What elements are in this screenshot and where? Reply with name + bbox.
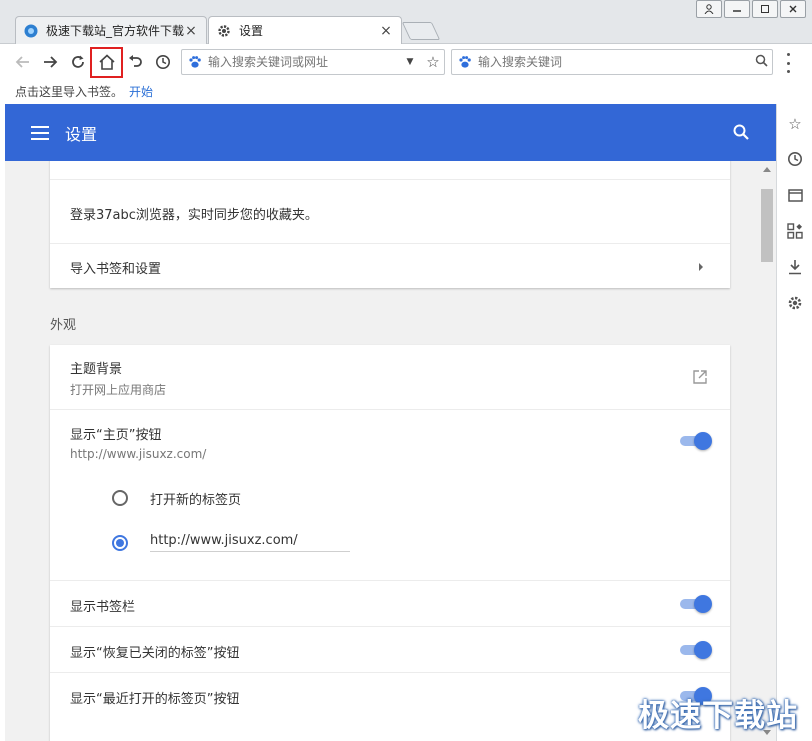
home-button-toggle[interactable] (680, 432, 712, 450)
restore-closed-toggle[interactable] (680, 641, 712, 659)
download-icon[interactable] (783, 255, 807, 279)
radio-new-tab[interactable] (112, 490, 128, 506)
baidu-paw-icon (189, 56, 201, 68)
tab-close-icon[interactable]: × (379, 23, 393, 39)
favorites-star-icon[interactable]: ☆ (783, 112, 807, 136)
home-button-highlight (90, 47, 123, 78)
appearance-card: 主题背景 打开网上应用商店 显示“主页”按钮 http://www.jisuxz… (50, 345, 730, 741)
search-icon[interactable] (732, 123, 750, 141)
right-sidebar: ☆ (776, 104, 812, 741)
window-controls (696, 0, 806, 18)
user-icon[interactable] (696, 0, 722, 18)
chevron-right-icon (699, 263, 703, 271)
watermark-text: 极速下载站 (638, 698, 798, 734)
settings-header: 设置 (5, 104, 776, 161)
hamburger-menu-icon[interactable] (31, 125, 49, 140)
tab-jisuxz[interactable]: 极速下载站_官方软件下载 × (15, 16, 207, 44)
card-row-cut (50, 161, 730, 179)
bookmark-import-start-link[interactable]: 开始 (129, 85, 153, 99)
sync-row[interactable]: 登录37abc浏览器，实时同步您的收藏夹。 (50, 179, 730, 243)
apps-grid-icon[interactable] (783, 219, 807, 243)
recent-tabs-title: 显示“最近打开的标签页”按钮 (70, 692, 240, 707)
bookmarks-bar-row[interactable]: 显示书签栏 (50, 580, 730, 626)
toolbar: ▼ ☆ (0, 44, 812, 80)
bookmark-bar: 点击这里导入书签。 开始 (0, 80, 812, 104)
history-clock-icon[interactable] (783, 147, 807, 171)
bookmarks-bar-title: 显示书签栏 (70, 600, 136, 615)
tab-title: 极速下载站_官方软件下载 (46, 24, 184, 38)
theme-subtitle: 打开网上应用商店 (70, 383, 167, 397)
theme-row[interactable]: 主题背景 打开网上应用商店 (50, 345, 730, 409)
address-bar[interactable]: ▼ ☆ (181, 49, 445, 75)
tab-close-icon[interactable]: × (184, 23, 198, 39)
address-input[interactable] (208, 55, 402, 69)
maximize-icon[interactable] (752, 0, 778, 18)
reload-icon[interactable] (67, 51, 89, 73)
search-icon[interactable] (750, 54, 772, 71)
site-favicon-icon (24, 24, 38, 37)
window-panel-icon[interactable] (783, 183, 807, 207)
appearance-section-title: 外观 (50, 318, 77, 333)
baidu-paw-icon (459, 56, 471, 68)
bookmarks-bar-toggle[interactable] (680, 595, 712, 613)
address-dropdown-icon[interactable]: ▼ (402, 57, 418, 67)
vertical-scrollbar[interactable] (758, 161, 776, 741)
tab-settings[interactable]: 设置 × (208, 16, 402, 44)
bookmark-import-hint: 点击这里导入书签。 (15, 85, 124, 99)
page-title: 设置 (65, 124, 98, 144)
tab-title: 设置 (239, 24, 264, 38)
account-card: 登录37abc浏览器，实时同步您的收藏夹。 导入书签和设置 (50, 161, 730, 288)
new-tab-button[interactable] (401, 22, 441, 40)
forward-arrow-icon[interactable] (39, 51, 61, 73)
radio-new-tab-label: 打开新的标签页 (150, 493, 242, 508)
search-box[interactable] (451, 49, 773, 75)
home-button-url: http://www.jisuxz.com/ (70, 447, 207, 461)
settings-content: 登录37abc浏览器，实时同步您的收藏夹。 导入书签和设置 外观 主题背景 打开… (5, 161, 758, 741)
tab-strip: 极速下载站_官方软件下载 × 设置 × (0, 0, 812, 44)
home-button-row[interactable]: 显示“主页”按钮 http://www.jisuxz.com/ 打开新的标签页 … (50, 409, 730, 580)
close-window-icon[interactable] (780, 0, 806, 18)
back-arrow-icon[interactable] (12, 51, 34, 73)
scroll-up-arrow-icon[interactable] (763, 167, 771, 172)
minimize-icon[interactable] (724, 0, 750, 18)
recent-tabs-row[interactable]: 显示“最近打开的标签页”按钮 (50, 672, 730, 718)
search-input[interactable] (478, 55, 750, 69)
restore-closed-title: 显示“恢复已关闭的标签”按钮 (70, 646, 240, 661)
radio-custom-url[interactable] (112, 535, 128, 551)
more-menu-icon[interactable] (781, 53, 795, 73)
restore-closed-row[interactable]: 显示“恢复已关闭的标签”按钮 (50, 626, 730, 672)
bookmark-star-icon[interactable]: ☆ (422, 53, 444, 71)
gear-icon[interactable] (783, 291, 807, 315)
external-link-icon[interactable] (692, 369, 708, 385)
gear-icon (218, 24, 230, 37)
custom-url-input[interactable]: http://www.jisuxz.com/ (150, 533, 350, 552)
home-button-title: 显示“主页”按钮 (70, 428, 162, 443)
sync-text: 登录37abc浏览器，实时同步您的收藏夹。 (70, 208, 318, 223)
import-bookmarks-label: 导入书签和设置 (70, 262, 162, 277)
theme-title: 主题背景 (70, 362, 123, 377)
history-clock-icon[interactable] (152, 51, 174, 73)
scrollbar-thumb[interactable] (761, 189, 773, 262)
import-bookmarks-row[interactable]: 导入书签和设置 (50, 243, 730, 288)
undo-close-tab-icon[interactable] (124, 51, 146, 73)
